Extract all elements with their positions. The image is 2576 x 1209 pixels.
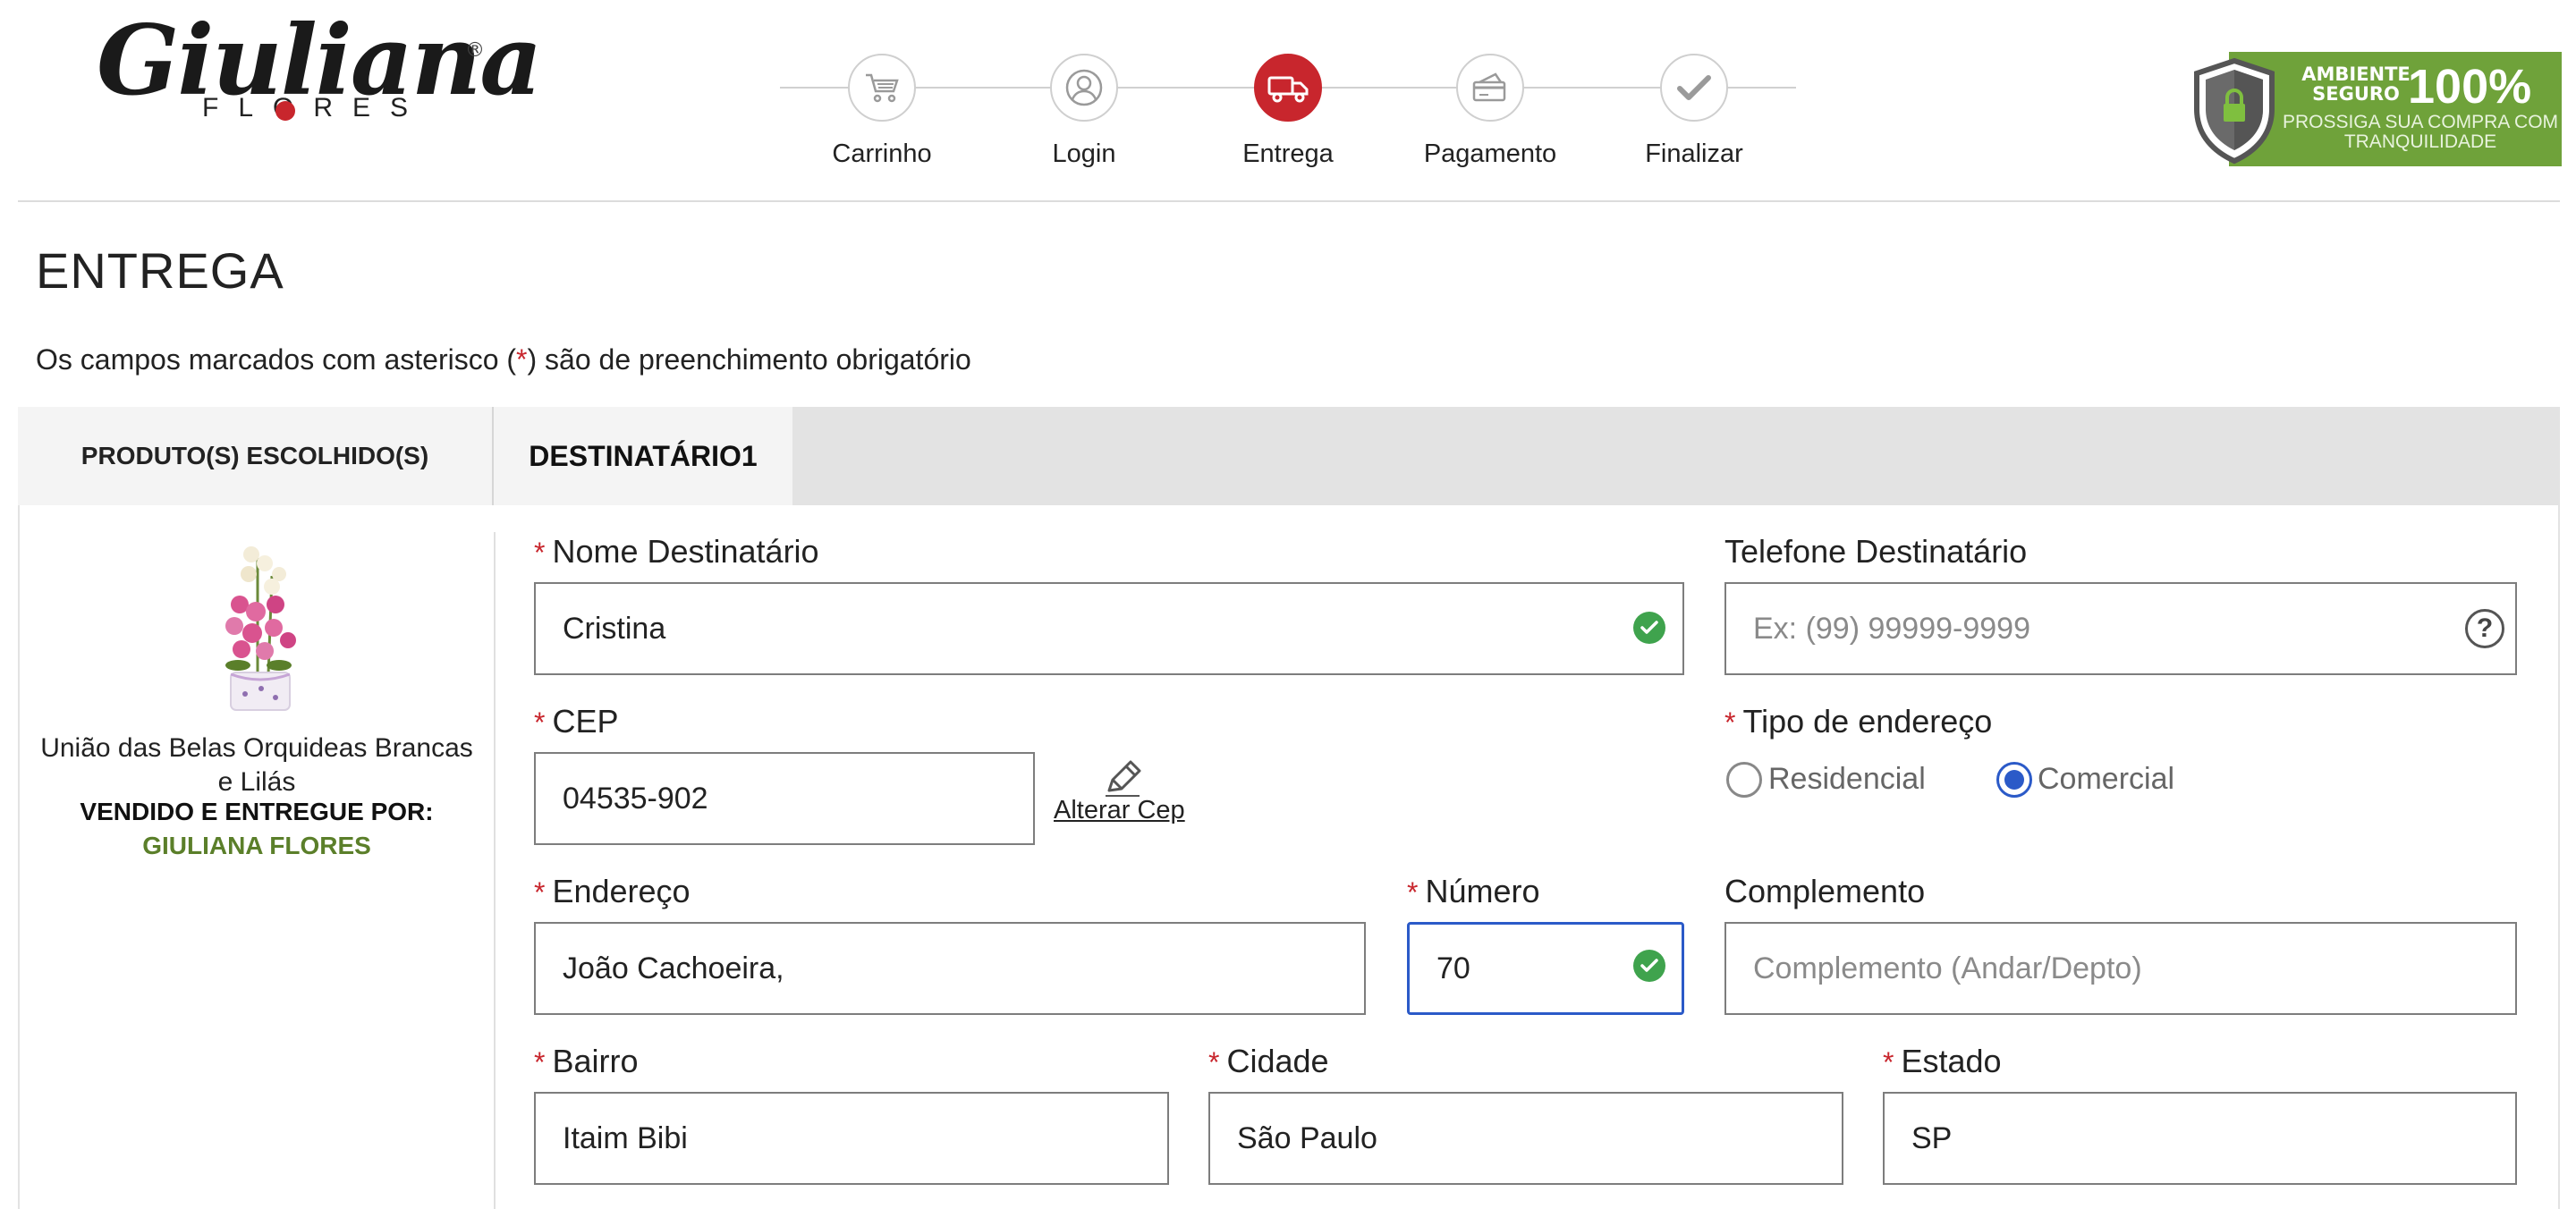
- product-image[interactable]: [202, 540, 318, 719]
- header-divider: [18, 200, 2560, 202]
- panel-divider: [494, 532, 496, 1209]
- tab-produtos-escolhidos[interactable]: PRODUTO(S) ESCOLHIDO(S): [18, 407, 494, 505]
- logo-subtitle: FLORES: [202, 93, 428, 123]
- panel-border-right: [2558, 505, 2560, 1209]
- secure-badge-subtitle: PROSSIGA SUA COMPRA COM TRANQUILIDADE: [2282, 112, 2559, 152]
- note-text-start: Os campos marcados com asterisco (: [36, 343, 517, 376]
- required-asterisk: *: [1407, 876, 1419, 909]
- required-asterisk: *: [1208, 1046, 1220, 1078]
- step-label: Finalizar: [1645, 140, 1743, 168]
- cep-label-text: CEP: [552, 703, 619, 740]
- secure-badge: AMBIENTE SEGURO 100% PROSSIGA SUA COMPRA…: [2190, 52, 2562, 166]
- cidade-input[interactable]: São Paulo: [1208, 1092, 1843, 1185]
- help-question-icon[interactable]: ?: [2465, 609, 2504, 648]
- pencil-icon[interactable]: [1102, 758, 1143, 798]
- estado-label-text: Estado: [1901, 1043, 2002, 1079]
- step-pagamento[interactable]: Pagamento: [1392, 54, 1589, 169]
- alterar-cep-link[interactable]: Alterar Cep: [1054, 796, 1185, 825]
- radio-comercial-label[interactable]: Comercial: [2038, 762, 2174, 797]
- step-entrega[interactable]: Entrega: [1190, 54, 1386, 169]
- bairro-label: * Bairro: [534, 1043, 638, 1080]
- cidade-label: * Cidade: [1208, 1043, 1329, 1080]
- cart-icon: [848, 54, 916, 122]
- product-seller-name: GIULIANA FLORES: [142, 832, 371, 859]
- user-icon: [1050, 54, 1118, 122]
- check-icon: [1660, 54, 1728, 122]
- required-asterisk: *: [516, 343, 528, 376]
- truck-icon: [1254, 54, 1322, 122]
- secure-badge-title: AMBIENTE SEGURO: [2301, 63, 2411, 105]
- step-label: Login: [1052, 140, 1116, 168]
- numero-label: * Número: [1407, 873, 1540, 910]
- required-asterisk: *: [534, 876, 546, 909]
- endereco-label-text: Endereço: [552, 873, 691, 909]
- cidade-label-text: Cidade: [1226, 1043, 1329, 1079]
- step-label: Pagamento: [1423, 140, 1557, 168]
- endereco-label: * Endereço: [534, 873, 691, 910]
- valid-check-icon: [1633, 612, 1665, 644]
- required-asterisk: *: [1724, 706, 1736, 739]
- note-text-end: ) são de preenchimento obrigatório: [527, 343, 971, 376]
- nome-label: * Nome Destinatário: [534, 533, 819, 571]
- page-title: ENTREGA: [36, 242, 284, 299]
- required-asterisk: *: [534, 706, 546, 739]
- step-login[interactable]: Login: [986, 54, 1182, 169]
- step-label: Carrinho: [832, 140, 932, 168]
- estado-label: * Estado: [1883, 1043, 2002, 1080]
- telefone-destinatario-input[interactable]: Ex: (99) 99999-9999: [1724, 582, 2517, 675]
- radio-residencial-label[interactable]: Residencial: [1768, 762, 1926, 797]
- panel-border-left: [18, 505, 20, 1209]
- credit-card-icon: [1456, 54, 1524, 122]
- cep-label: * CEP: [534, 703, 618, 740]
- tipo-endereco-label: * Tipo de endereço: [1724, 703, 1992, 740]
- bairro-label-text: Bairro: [552, 1043, 639, 1079]
- telefone-label: Telefone Destinatário: [1724, 533, 2028, 570]
- shield-lock-icon: [2194, 57, 2275, 165]
- logo-red-dot: [275, 101, 295, 121]
- required-asterisk: *: [534, 537, 546, 569]
- required-asterisk: *: [534, 1046, 546, 1078]
- radio-residencial[interactable]: [1726, 762, 1762, 798]
- nome-label-text: Nome Destinatário: [552, 533, 819, 570]
- secure-badge-percent: 100%: [2408, 60, 2532, 114]
- bairro-input[interactable]: Itaim Bibi: [534, 1092, 1169, 1185]
- estado-input[interactable]: SP: [1883, 1092, 2517, 1185]
- complemento-label: Complemento: [1724, 873, 1926, 909]
- step-carrinho[interactable]: Carrinho: [784, 54, 980, 169]
- step-label: Entrega: [1242, 140, 1334, 168]
- tipo-endereco-label-text: Tipo de endereço: [1742, 703, 1993, 740]
- cep-input[interactable]: 04535-902: [534, 752, 1035, 845]
- numero-label-text: Número: [1425, 873, 1540, 909]
- valid-check-icon: [1633, 950, 1665, 982]
- product-name: União das Belas Orquideas Brancas e Lilá…: [40, 733, 473, 797]
- tab-destinatario-1[interactable]: DESTINATÁRIO1: [494, 407, 792, 505]
- step-finalizar[interactable]: Finalizar: [1596, 54, 1792, 169]
- radio-comercial[interactable]: [1996, 762, 2032, 798]
- nome-destinatario-input[interactable]: Cristina: [534, 582, 1684, 675]
- logo-registered-mark: ®: [465, 39, 485, 62]
- endereco-input[interactable]: João Cachoeira,: [534, 922, 1366, 1015]
- required-asterisk: *: [1883, 1046, 1894, 1078]
- complemento-input[interactable]: Complemento (Andar/Depto): [1724, 922, 2517, 1015]
- required-fields-note: Os campos marcados com asterisco (*) são…: [36, 343, 971, 376]
- product-seller-label: VENDIDO E ENTREGUE POR:: [80, 798, 434, 825]
